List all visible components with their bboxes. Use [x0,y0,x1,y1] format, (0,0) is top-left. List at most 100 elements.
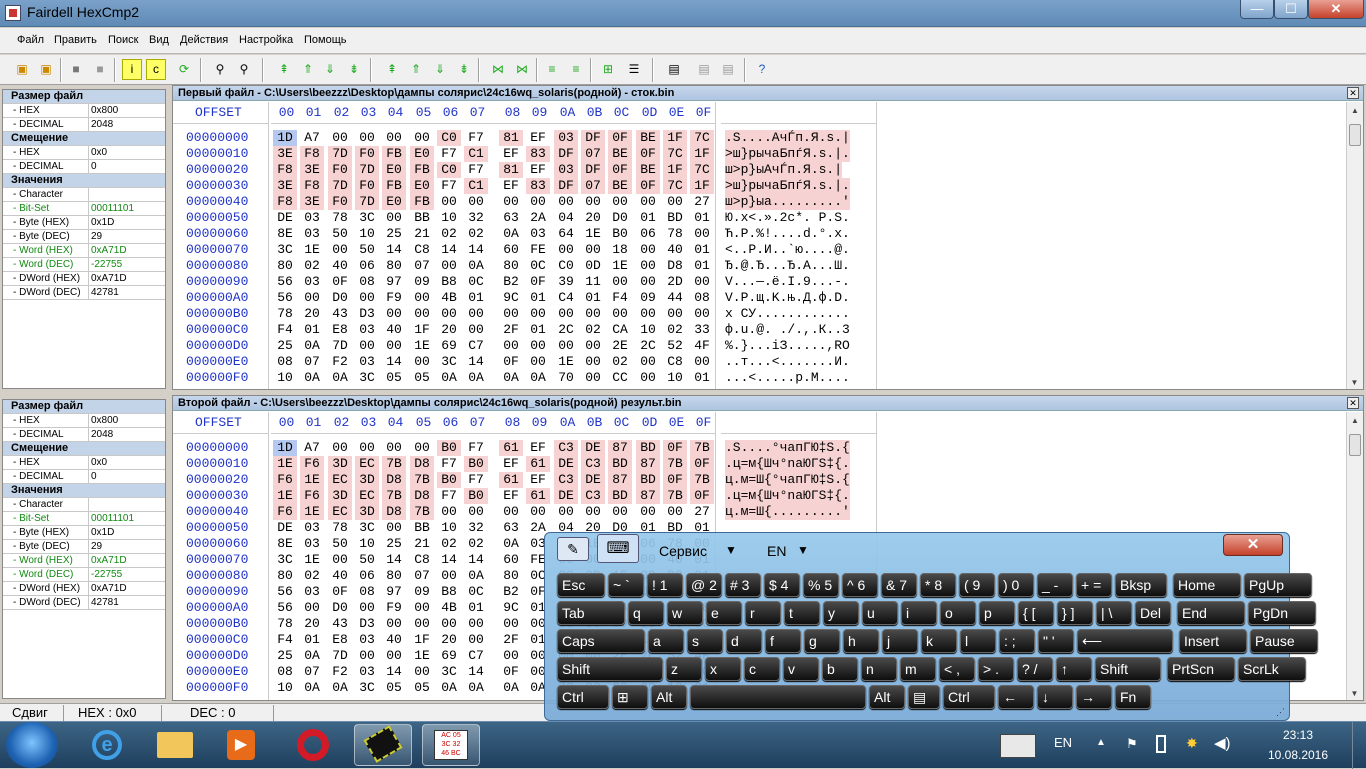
hex-byte[interactable]: 10 [663,370,687,386]
ascii-column[interactable]: .S....АчЃп.Я.s.| >ш}рычаБпѓЯ.s.|. ш>р}ыАчЃ… [721,102,877,389]
hex-byte[interactable]: 03 [300,274,324,290]
hex-byte[interactable]: 4B [437,290,461,306]
hex-byte[interactable]: 10 [437,520,461,536]
hex-byte[interactable]: 02 [663,322,687,338]
hex-byte[interactable]: 00 [300,290,324,306]
hex-byte[interactable]: 02 [581,322,605,338]
hex-byte[interactable]: 2E [608,338,632,354]
hex-byte[interactable]: 14 [437,552,461,568]
hex-byte[interactable]: 02 [300,568,324,584]
hex-byte[interactable]: 1E [300,552,324,568]
hex-byte[interactable]: F7 [464,130,488,146]
hex-byte[interactable]: FB [382,146,406,162]
hex-byte[interactable]: 56 [273,584,297,600]
hex-byte[interactable]: BD [663,210,687,226]
hex-byte[interactable]: F7 [464,440,488,456]
hex-byte[interactable]: 7D [355,194,379,210]
ascii-row[interactable]: >ш}рычаБпѓЯ.s.|. [725,178,850,194]
hex-byte[interactable]: 83 [526,178,550,194]
opera-taskbar-icon[interactable] [284,724,342,766]
hex-byte[interactable]: 00 [328,130,352,146]
hex-byte[interactable]: FB [410,194,434,210]
key[interactable]: w [667,601,703,625]
hex-byte[interactable]: 7B [690,440,714,456]
hex-byte[interactable]: 03 [355,632,379,648]
hex-byte[interactable]: 20 [437,632,461,648]
hex-byte[interactable]: C0 [554,258,578,274]
hex-byte[interactable]: 1E [608,258,632,274]
hex-byte[interactable]: 1F [410,632,434,648]
hex-byte[interactable]: 10 [273,680,297,696]
hex-byte[interactable]: 0A [437,370,461,386]
ascii-row[interactable]: ш>р}ыа.........' [725,194,850,210]
hex-byte[interactable]: 01 [526,290,550,306]
hex-byte[interactable]: 14 [382,552,406,568]
key[interactable]: ← [998,685,1034,709]
key[interactable]: p [979,601,1015,625]
resize-grip-icon[interactable]: ⋰ [1276,707,1285,718]
hex-byte[interactable]: 7B [382,488,406,504]
hex-byte[interactable]: 10 [636,322,660,338]
key[interactable]: j [882,629,918,653]
hex-byte[interactable]: 0F [608,162,632,178]
hex-byte[interactable]: 27 [690,194,714,210]
keyboard-icon[interactable]: ⌨ [597,534,639,563]
maximize-button[interactable]: ☐ [1274,0,1308,19]
hex-byte[interactable]: EF [499,456,523,472]
key[interactable]: a [648,629,684,653]
hex-byte[interactable]: 00 [410,440,434,456]
hex-byte[interactable]: 00 [636,242,660,258]
hex-byte[interactable]: 00 [355,290,379,306]
hex-byte[interactable]: 03 [300,210,324,226]
hex-byte[interactable]: 1D [273,440,297,456]
hex-byte[interactable]: 64 [554,226,578,242]
hex-byte[interactable]: 00 [437,616,461,632]
hex-byte[interactable]: 3C [437,354,461,370]
hex-byte[interactable]: A7 [300,130,324,146]
list-icon[interactable]: ☰ [624,59,644,80]
hex-byte[interactable]: 00 [526,194,550,210]
hex-byte[interactable]: F7 [464,472,488,488]
key[interactable]: u [862,601,898,625]
key[interactable]: o [940,601,976,625]
hex-byte[interactable]: 0A [464,568,488,584]
hex-byte[interactable]: 3C [437,664,461,680]
key[interactable]: e [706,601,742,625]
key[interactable]: | \ [1096,601,1132,625]
hex-byte[interactable]: C7 [464,338,488,354]
find-next-icon[interactable]: ⚲ [234,59,254,80]
key[interactable]: v [783,657,819,681]
hex-byte[interactable]: 00 [526,354,550,370]
hex-byte[interactable]: 00 [355,440,379,456]
vertical-scrollbar[interactable]: ▲ ▼ [1346,102,1363,389]
hex-byte[interactable]: BB [410,210,434,226]
hex-byte[interactable]: 3E [273,178,297,194]
hex-byte[interactable]: 63 [499,520,523,536]
hex-byte[interactable]: 87 [636,456,660,472]
hex-byte[interactable]: 3C [355,370,379,386]
hex-byte[interactable]: 50 [355,552,379,568]
hex-byte[interactable]: B2 [499,274,523,290]
hex-byte[interactable]: 00 [382,338,406,354]
hex-byte[interactable]: 00 [636,258,660,274]
hex-byte[interactable]: 00 [581,242,605,258]
hex-byte[interactable]: 00 [464,194,488,210]
hex-byte[interactable]: 09 [636,290,660,306]
first-diff-icon[interactable]: ⇞ [274,59,294,80]
hex-byte[interactable]: 01 [690,242,714,258]
hex-byte[interactable]: 08 [273,354,297,370]
hex-byte[interactable]: B2 [499,584,523,600]
hex-byte[interactable]: 97 [382,274,406,290]
hex-byte[interactable]: 00 [464,616,488,632]
hex-byte[interactable]: 8E [273,226,297,242]
hex-byte[interactable]: C0 [437,162,461,178]
hex-byte[interactable]: 3D [328,488,352,504]
hex-byte[interactable]: EF [526,162,550,178]
hex-byte[interactable]: 00 [410,664,434,680]
ascii-row[interactable]: ...<.....р.М.... [725,370,850,386]
hex-byte[interactable]: 03 [355,354,379,370]
hex-byte[interactable]: 61 [526,456,550,472]
hex-byte[interactable]: 08 [355,584,379,600]
hex-byte[interactable]: 50 [355,242,379,258]
hex-byte[interactable]: 80 [499,568,523,584]
